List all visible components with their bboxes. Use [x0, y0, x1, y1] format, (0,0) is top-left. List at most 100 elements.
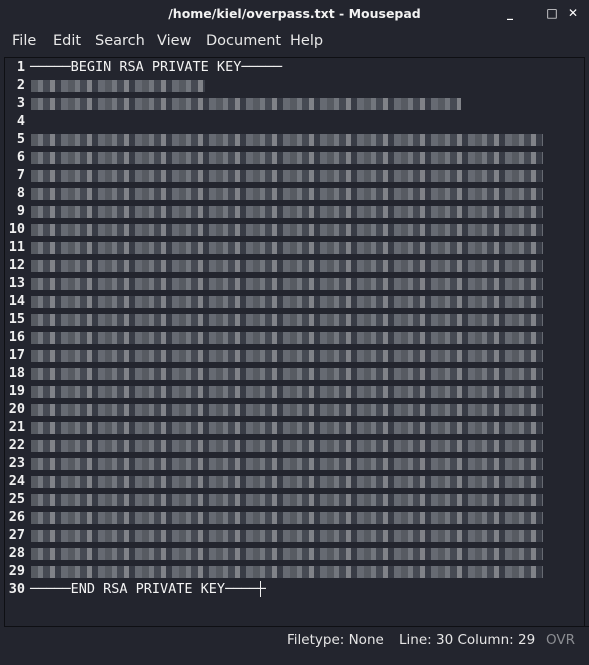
editor-line[interactable]: 16	[5, 329, 580, 347]
editor-line[interactable]: 4	[5, 113, 580, 131]
menu-search[interactable]: Search	[95, 33, 145, 49]
redacted-text	[31, 224, 543, 236]
redacted-text	[31, 242, 543, 254]
redacted-text	[31, 170, 543, 182]
line-number: 13	[8, 275, 25, 291]
editor-line[interactable]: 21	[5, 419, 580, 437]
redacted-text	[31, 260, 543, 272]
editor-line[interactable]: 17	[5, 347, 580, 365]
menu-file[interactable]: File	[12, 33, 36, 49]
editor-line[interactable]: 26	[5, 509, 580, 527]
line-number: 15	[8, 311, 25, 327]
line-number: 19	[8, 383, 25, 399]
window-title: /home/kiel/overpass.txt - Mousepad	[168, 6, 421, 21]
line-number: 4	[16, 113, 25, 129]
line-number: 6	[16, 149, 25, 165]
redacted-text	[31, 80, 205, 92]
line-number: 3	[16, 95, 25, 111]
line-number: 16	[8, 329, 25, 345]
editor-line[interactable]: 29	[5, 563, 580, 581]
editor-line[interactable]: 13	[5, 275, 580, 293]
text-editor[interactable]: 1 ─────BEGIN RSA PRIVATE KEY───── 2 3 4 5 6 7 8 9…	[4, 57, 585, 627]
line-number: 25	[8, 491, 25, 507]
line-number: 29	[8, 563, 25, 579]
redacted-text	[31, 404, 543, 416]
redacted-text	[31, 494, 543, 506]
line-number: 27	[8, 527, 25, 543]
redacted-text	[31, 350, 543, 362]
editor-line[interactable]: 2	[5, 77, 580, 95]
editor-line[interactable]: 28	[5, 545, 580, 563]
editor-line[interactable]: 15	[5, 311, 580, 329]
editor-line[interactable]: 23	[5, 455, 580, 473]
menu-view[interactable]: View	[157, 33, 191, 49]
editor-line[interactable]: 8	[5, 185, 580, 203]
editor-line[interactable]: 27	[5, 527, 580, 545]
line-text: ─────BEGIN RSA PRIVATE KEY─────	[30, 59, 282, 75]
line-number: 21	[8, 419, 25, 435]
redacted-text	[31, 530, 543, 542]
menu-bar: File Edit Search View Document Help	[0, 30, 589, 54]
maximize-icon[interactable]: □	[545, 6, 559, 20]
editor-line[interactable]: 24	[5, 473, 580, 491]
menu-edit[interactable]: Edit	[53, 33, 81, 49]
filetype-status[interactable]: Filetype: None	[287, 632, 384, 648]
line-text: ─────END RSA PRIVATE KEY─────	[30, 581, 266, 597]
line-number: 12	[8, 257, 25, 273]
line-number: 17	[8, 347, 25, 363]
line-number: 24	[8, 473, 25, 489]
editor-line[interactable]: 22	[5, 437, 580, 455]
line-number: 14	[8, 293, 25, 309]
editor-line[interactable]: 20	[5, 401, 580, 419]
line-number: 28	[8, 545, 25, 561]
menu-document[interactable]: Document	[206, 33, 281, 49]
editor-line[interactable]: 9	[5, 203, 580, 221]
close-icon[interactable]: ✕	[566, 6, 580, 20]
editor-line[interactable]: 11	[5, 239, 580, 257]
text-cursor	[260, 581, 261, 597]
editor-line[interactable]: 14	[5, 293, 580, 311]
editor-line[interactable]: 7	[5, 167, 580, 185]
status-bar: Filetype: None Line: 30 Column: 29 OVR	[14, 626, 589, 665]
redacted-text	[31, 458, 543, 470]
menu-help[interactable]: Help	[290, 33, 323, 49]
redacted-text	[31, 512, 543, 524]
editor-line[interactable]: 6	[5, 149, 580, 167]
overwrite-mode-status[interactable]: OVR	[546, 632, 575, 648]
editor-line[interactable]: 10	[5, 221, 580, 239]
line-number: 23	[8, 455, 25, 471]
line-number: 20	[8, 401, 25, 417]
editor-line[interactable]: 1 ─────BEGIN RSA PRIVATE KEY─────	[5, 59, 580, 77]
line-number: 9	[16, 203, 25, 219]
minimize-icon[interactable]: _	[503, 6, 517, 20]
editor-line[interactable]: 30 ─────END RSA PRIVATE KEY─────	[5, 581, 580, 599]
editor-line[interactable]: 3	[5, 95, 580, 113]
title-bar: /home/kiel/overpass.txt - Mousepad _ □ ✕	[0, 0, 589, 28]
line-number: 2	[16, 77, 25, 93]
redacted-text	[31, 368, 543, 380]
redacted-text	[31, 440, 543, 452]
editor-line[interactable]: 25	[5, 491, 580, 509]
redacted-text	[31, 314, 543, 326]
redacted-text	[31, 278, 543, 290]
redacted-text	[31, 548, 543, 560]
line-number: 18	[8, 365, 25, 381]
redacted-text	[31, 134, 543, 146]
editor-line[interactable]: 18	[5, 365, 580, 383]
line-number: 10	[8, 221, 25, 237]
cursor-position-status: Line: 30 Column: 29	[399, 632, 536, 648]
line-number: 5	[16, 131, 25, 147]
redacted-text	[31, 206, 543, 218]
editor-line[interactable]: 12	[5, 257, 580, 275]
line-number: 7	[16, 167, 25, 183]
redacted-text	[31, 152, 543, 164]
line-number: 26	[8, 509, 25, 525]
line-number: 30	[8, 581, 25, 597]
line-number: 11	[8, 239, 25, 255]
redacted-text	[31, 98, 461, 110]
editor-line[interactable]: 5	[5, 131, 580, 149]
redacted-text	[31, 476, 543, 488]
line-number: 8	[16, 185, 25, 201]
editor-line[interactable]: 19	[5, 383, 580, 401]
redacted-text	[31, 188, 543, 200]
